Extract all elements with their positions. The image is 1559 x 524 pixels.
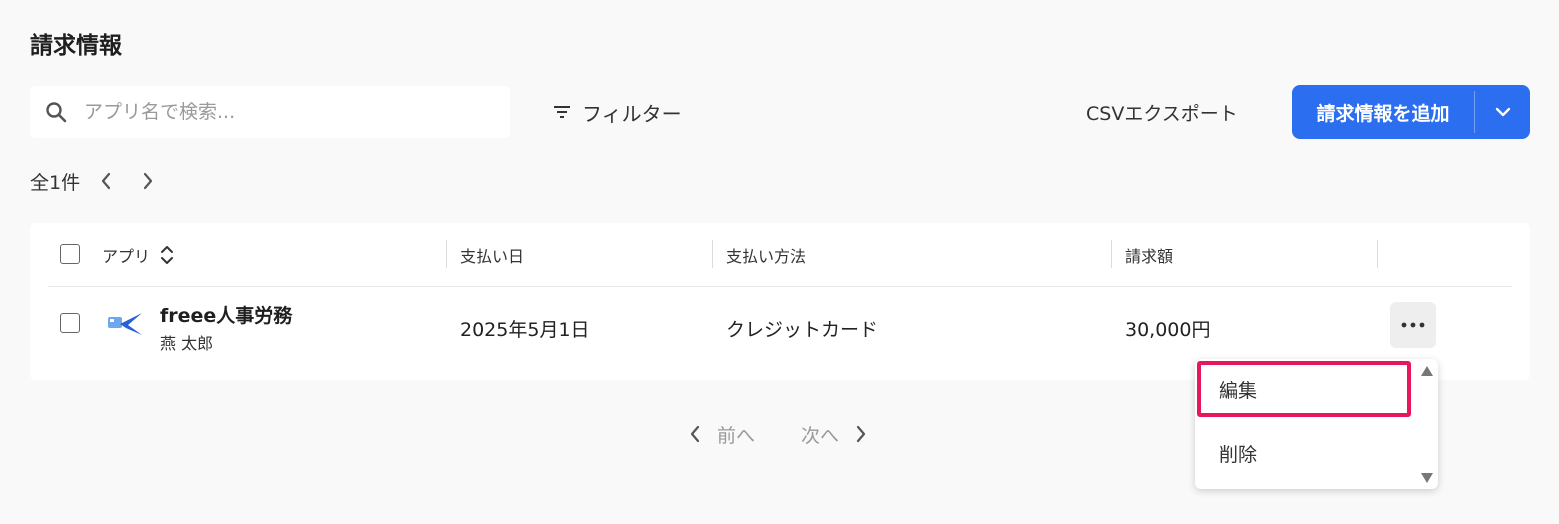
add-options-dropdown-button[interactable] <box>1475 85 1530 139</box>
app-name[interactable]: freee人事労務 <box>160 301 292 328</box>
header-pay-method: 支払い方法 <box>726 247 807 266</box>
chevron-right-icon <box>856 425 866 443</box>
app-logo-icon <box>108 313 142 335</box>
next-page-arrow[interactable] <box>142 172 154 190</box>
amount-cell: 30,000円 <box>1125 319 1211 341</box>
csv-export-label: CSVエクスポート <box>1086 102 1238 125</box>
column-divider <box>1111 240 1112 268</box>
chevron-left-icon <box>101 172 111 190</box>
header-amount: 請求額 <box>1125 247 1174 266</box>
row-checkbox[interactable] <box>60 313 80 333</box>
billing-table: アプリ 支払い日 支払い方法 請求額 freee人事労務 燕 太郎 2025年5… <box>30 223 1530 380</box>
add-billing-button[interactable]: 請求情報を追加 <box>1292 85 1474 139</box>
add-billing-split-button: 請求情報を追加 <box>1292 85 1530 139</box>
search-box <box>30 86 510 138</box>
column-divider <box>712 240 713 268</box>
column-divider <box>1377 240 1378 268</box>
chevron-left-icon <box>690 425 700 443</box>
pay-method-cell: クレジットカード <box>726 319 879 341</box>
scroll-down-icon[interactable] <box>1420 472 1434 484</box>
menu-item-delete[interactable]: 削除 <box>1197 425 1411 481</box>
next-page-button[interactable]: 次へ <box>801 420 867 448</box>
column-divider <box>446 240 447 268</box>
search-icon <box>46 102 67 123</box>
header-app[interactable]: アプリ <box>102 242 174 268</box>
select-all-checkbox[interactable] <box>60 244 80 264</box>
prev-page-arrow[interactable] <box>100 172 112 190</box>
prev-page-button[interactable]: 前へ <box>689 420 755 448</box>
row-actions-menu: 編集 削除 <box>1195 359 1438 489</box>
menu-item-edit[interactable]: 編集 <box>1197 361 1411 417</box>
scroll-up-icon[interactable] <box>1420 365 1434 377</box>
filter-label: フィルター <box>582 101 682 126</box>
header-pay-date: 支払い日 <box>460 247 525 266</box>
result-count-row: 全1件 <box>30 166 154 196</box>
sort-icon <box>161 246 174 264</box>
pay-date-cell: 2025年5月1日 <box>460 319 590 341</box>
result-count: 全1件 <box>30 171 81 194</box>
menu-item-edit-label: 編集 <box>1219 379 1258 402</box>
header-separator <box>48 286 1512 287</box>
prev-page-label: 前へ <box>717 424 756 447</box>
chevron-down-icon <box>1495 107 1510 117</box>
add-billing-label: 請求情報を追加 <box>1316 102 1450 125</box>
page-title: 請求情報 <box>30 33 122 59</box>
app-cell: freee人事労務 燕 太郎 <box>160 301 292 354</box>
csv-export-button[interactable]: CSVエクスポート <box>1086 94 1238 130</box>
row-actions-button[interactable] <box>1390 302 1436 348</box>
more-horizontal-icon <box>1401 322 1425 328</box>
app-user: 燕 太郎 <box>160 334 214 353</box>
header-app-label: アプリ <box>102 247 151 266</box>
search-input[interactable] <box>82 100 486 124</box>
chevron-right-icon <box>143 172 153 190</box>
filter-icon <box>554 106 570 118</box>
menu-item-delete-label: 削除 <box>1219 443 1258 466</box>
next-page-label: 次へ <box>801 424 840 447</box>
filter-button[interactable]: フィルター <box>552 94 682 130</box>
